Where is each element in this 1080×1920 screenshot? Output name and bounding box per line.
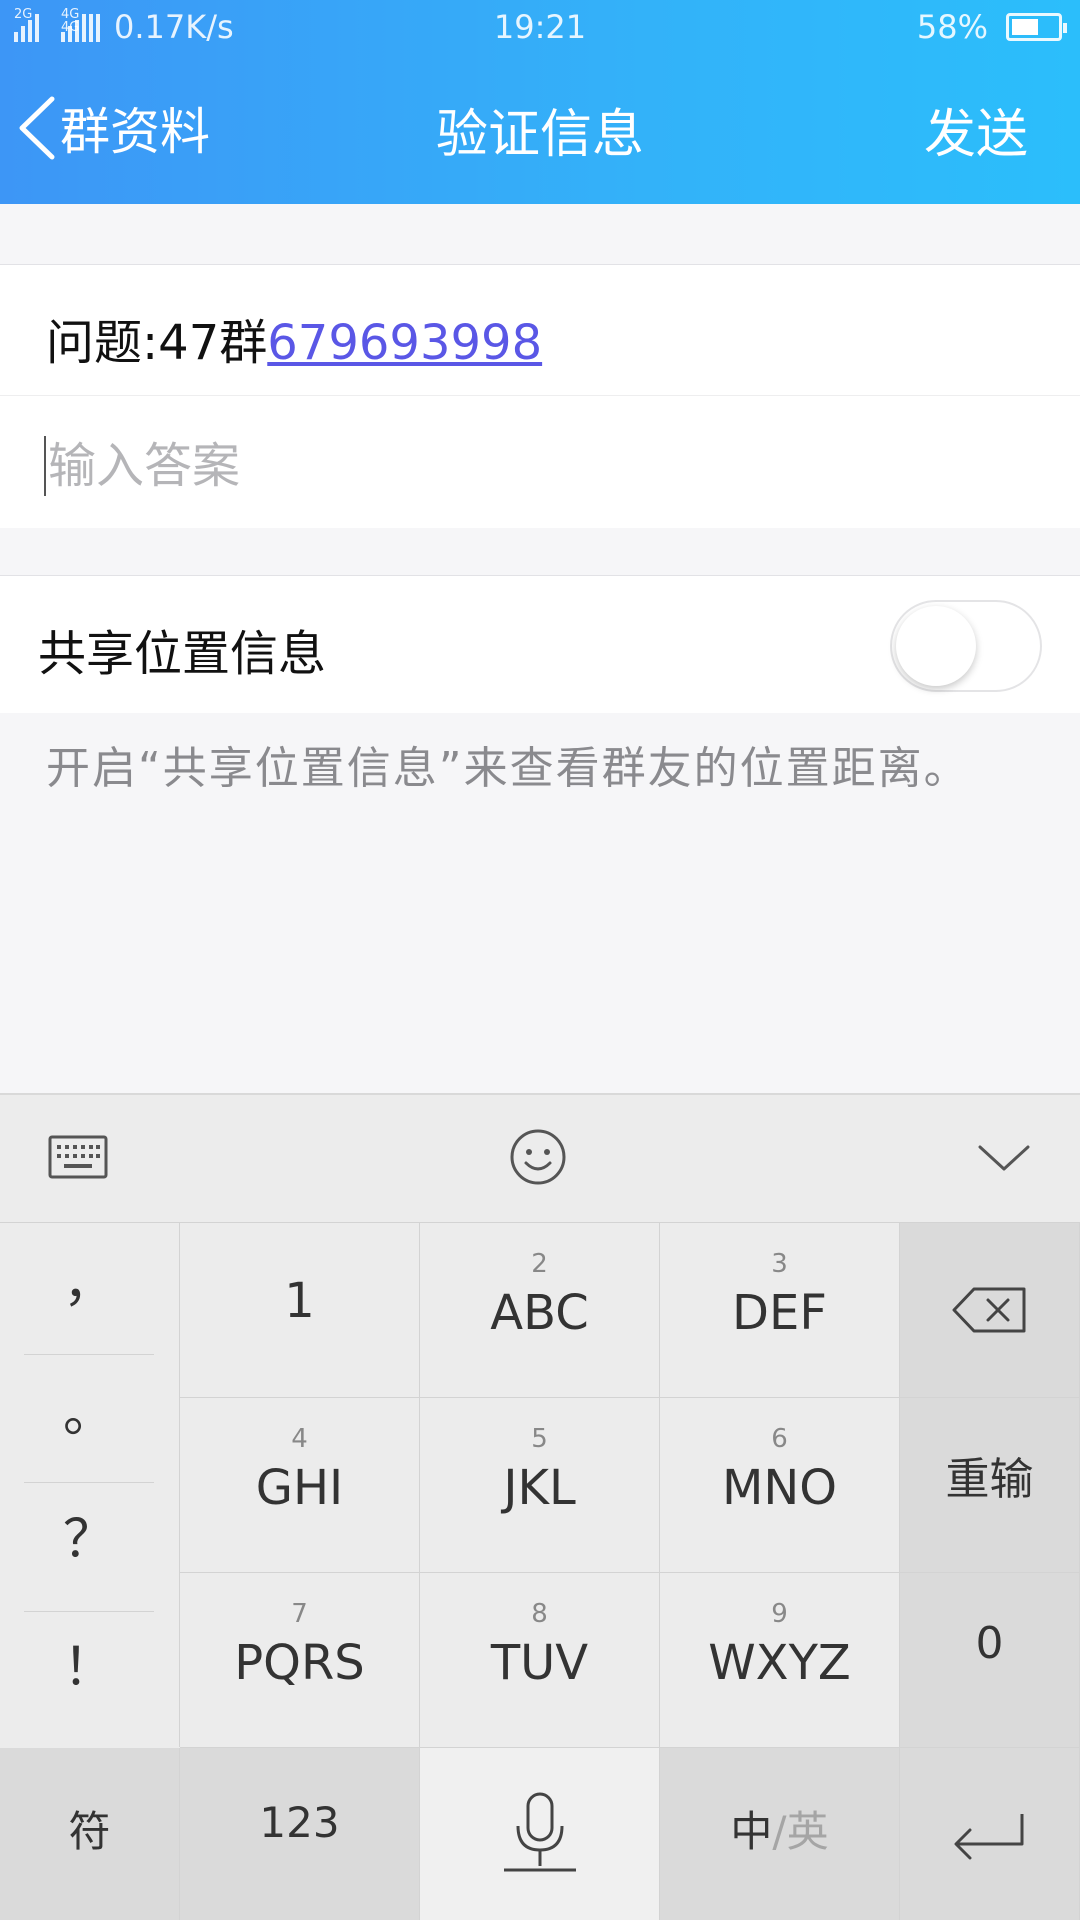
- symbol-exclaim-key[interactable]: ！: [24, 1625, 154, 1754]
- symbol-period-key[interactable]: 。: [24, 1371, 154, 1500]
- question-row: 问题:47群679693998: [0, 264, 1080, 396]
- language-switch-label: 中/英: [660, 1798, 899, 1859]
- header: 2G 4G 4G 0.17K/s 19:21 58% 群资料 验证信息 发送: [0, 0, 1080, 204]
- key-4-ghi[interactable]: 4 GHI: [180, 1398, 420, 1573]
- lang-sep: /: [772, 1807, 787, 1856]
- backspace-icon: [952, 1287, 1026, 1333]
- key-1[interactable]: 1: [180, 1223, 420, 1398]
- symbol-question-key[interactable]: ？: [24, 1497, 154, 1626]
- keyboard-icon[interactable]: [46, 1125, 110, 1189]
- battery-icon: [1006, 13, 1067, 41]
- lang-zh: 中: [730, 1807, 773, 1856]
- key-3-def[interactable]: 3 DEF: [660, 1223, 900, 1398]
- share-location-toggle[interactable]: [890, 600, 1042, 692]
- share-location-row: 共享位置信息: [0, 575, 1080, 713]
- key-5-jkl[interactable]: 5 JKL: [420, 1398, 660, 1573]
- keyboard: ， 。 ？ ！ 1 2 ABC 3 DEF 4 GHI 5 JKL 6 MNO: [0, 1093, 1080, 1920]
- page-title: 验证信息: [435, 105, 644, 165]
- enter-icon: [954, 1814, 1024, 1860]
- lang-en: 英: [786, 1807, 829, 1856]
- key-0[interactable]: 0: [900, 1573, 1080, 1748]
- status-bar: 2G 4G 4G 0.17K/s 19:21 58%: [0, 0, 1080, 54]
- key-2-abc[interactable]: 2 ABC: [420, 1223, 660, 1398]
- key-7-pqrs[interactable]: 7 PQRS: [180, 1573, 420, 1748]
- toggle-knob: [896, 606, 976, 686]
- number-mode-key[interactable]: 123: [180, 1748, 420, 1920]
- voice-input-key[interactable]: [420, 1748, 660, 1920]
- enter-key[interactable]: [900, 1748, 1080, 1920]
- emoji-icon[interactable]: [506, 1125, 570, 1189]
- keyboard-toolbar: [0, 1095, 1080, 1223]
- question-prefix: 问题:47群: [46, 315, 268, 371]
- key-9-wxyz[interactable]: 9 WXYZ: [660, 1573, 900, 1748]
- symbol-key[interactable]: 符: [0, 1748, 180, 1920]
- symbol-column: ， 。 ？ ！: [0, 1223, 180, 1747]
- watermark-logo-icon: [1026, 1081, 1080, 1141]
- group-id-link[interactable]: 679693998: [267, 315, 542, 371]
- question-text: 问题:47群679693998: [46, 303, 542, 373]
- battery-percent: 58%: [916, 8, 988, 46]
- symbol-comma-key[interactable]: ，: [24, 1241, 154, 1370]
- key-6-mno[interactable]: 6 MNO: [660, 1398, 900, 1573]
- reinput-key[interactable]: 重输: [900, 1398, 1080, 1573]
- share-location-hint: 开启“共享位置信息”来查看群友的位置距离。: [46, 743, 970, 794]
- nav-bar: 群资料 验证信息 发送: [0, 80, 1080, 184]
- send-button[interactable]: 发送: [924, 92, 1028, 167]
- answer-input[interactable]: [44, 436, 1024, 496]
- key-8-tuv[interactable]: 8 TUV: [420, 1573, 660, 1748]
- answer-row: [0, 396, 1080, 528]
- share-location-label: 共享位置信息: [38, 626, 327, 682]
- microphone-icon: [504, 1792, 576, 1872]
- language-switch-key[interactable]: 中/英: [660, 1748, 900, 1920]
- backspace-key[interactable]: [900, 1223, 1080, 1398]
